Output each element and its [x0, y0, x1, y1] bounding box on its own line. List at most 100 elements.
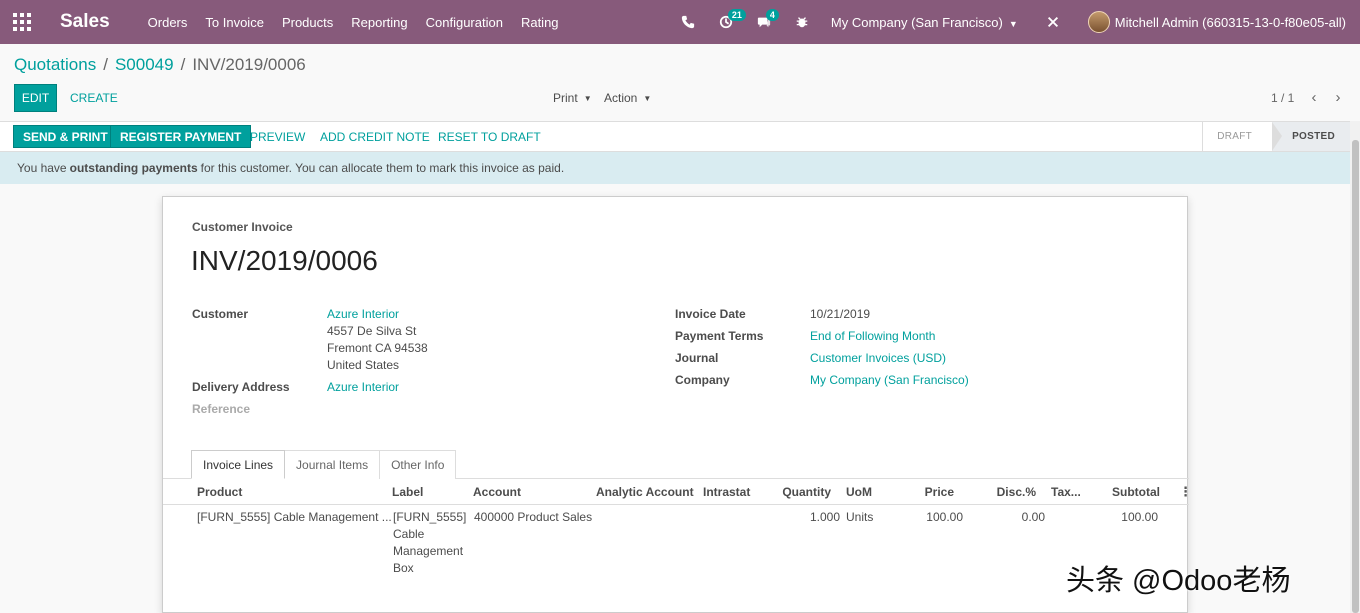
column-taxes[interactable]: Tax...	[1051, 485, 1081, 499]
address-line-1: 4557 De Silva St	[327, 324, 417, 338]
preview-button[interactable]: PREVIEW	[246, 125, 309, 148]
invoice-number: INV/2019/0006	[191, 245, 378, 276]
cell-subtotal: 100.00	[1121, 510, 1158, 524]
payment-terms-link[interactable]: End of Following Month	[810, 329, 935, 343]
column-intrastat[interactable]: Intrastat	[703, 485, 750, 499]
address-line-2: Fremont CA 94538	[327, 341, 428, 355]
stage-posted[interactable]: POSTED	[1272, 122, 1350, 151]
action-label: Action	[604, 91, 638, 105]
invoice-date-label: Invoice Date	[675, 307, 746, 321]
journal-label: Journal	[675, 351, 719, 365]
tab-invoice-lines[interactable]: Invoice Lines	[191, 450, 286, 479]
outstanding-payments-alert: You have outstanding payments for this c…	[0, 152, 1350, 184]
app-brand[interactable]: Sales	[60, 11, 110, 33]
scrollbar-thumb[interactable]	[1352, 140, 1359, 613]
cell-account: 400000 Product Sales	[474, 510, 593, 524]
breadcrumb-current: INV/2019/0006	[192, 55, 306, 74]
alert-suffix: for this customer. You can allocate them…	[200, 161, 565, 175]
watermark-text: 头条 @Odoo老杨	[1066, 565, 1291, 597]
cell-quantity: 1.000	[809, 510, 840, 524]
reference-label: Reference	[192, 402, 251, 416]
column-account[interactable]: Account	[473, 485, 521, 499]
breadcrumb-sale-order[interactable]: S00049	[115, 55, 174, 75]
column-analytic-account[interactable]: Analytic Account	[596, 485, 694, 499]
cell-price: 100.00	[926, 510, 963, 524]
bug-icon[interactable]	[795, 15, 809, 29]
print-dropdown[interactable]: Print ▼	[553, 91, 592, 105]
action-dropdown[interactable]: Action ▼	[604, 91, 651, 105]
activity-count-badge: 21	[727, 9, 746, 21]
tab-journal-items[interactable]: Journal Items	[284, 450, 381, 479]
table-row[interactable]: [FURN_5555] Cable Management ... [FURN_5…	[163, 505, 1189, 585]
caret-down-icon: ▼	[583, 94, 592, 104]
alert-bold: outstanding payments	[69, 161, 198, 175]
caret-down-icon: ▼	[643, 94, 652, 104]
register-payment-button[interactable]: REGISTER PAYMENT	[110, 125, 252, 148]
menu-to-invoice[interactable]: To Invoice	[205, 15, 264, 30]
breadcrumb-separator: /	[103, 55, 108, 74]
customer-label: Customer	[192, 307, 249, 321]
main-menu: Orders To Invoice Products Reporting Con…	[148, 15, 577, 30]
menu-configuration[interactable]: Configuration	[426, 15, 503, 30]
cell-product: [FURN_5555] Cable Management ...	[197, 510, 392, 524]
cell-label: [FURN_5555] Cable Management Box	[393, 510, 467, 575]
pager-value[interactable]: 1 / 1	[1271, 91, 1294, 105]
column-options-icon[interactable]: ⋮	[1179, 484, 1192, 500]
breadcrumb-separator: /	[180, 55, 186, 74]
edit-button[interactable]: EDIT	[14, 84, 57, 112]
customer-link[interactable]: Azure Interior	[327, 307, 399, 321]
company-link[interactable]: My Company (San Francisco)	[810, 373, 969, 387]
chevron-right-icon[interactable]: ›	[1331, 88, 1345, 106]
delivery-address-label: Delivery Address	[192, 380, 290, 394]
company-name: My Company (San Francisco)	[830, 14, 1003, 30]
apps-grid-icon[interactable]	[0, 0, 44, 44]
add-credit-note-button[interactable]: ADD CREDIT NOTE	[316, 125, 434, 148]
breadcrumb: Quotations / S00049 / INV/2019/0006	[14, 55, 306, 75]
column-uom[interactable]: UoM	[846, 485, 872, 499]
menu-reporting[interactable]: Reporting	[351, 15, 407, 30]
navbar-systray: 21 4 My Company (San Francisco) ▼ Mitchel…	[669, 0, 1360, 44]
menu-rating[interactable]: Rating	[521, 15, 559, 30]
cell-uom: Units	[846, 510, 874, 524]
chat-icon[interactable]: 4	[757, 9, 779, 29]
journal-link[interactable]: Customer Invoices (USD)	[810, 351, 946, 365]
company-switcher[interactable]: My Company (San Francisco) ▼	[831, 15, 1018, 30]
create-button[interactable]: CREATE	[70, 91, 118, 105]
alert-prefix: You have	[17, 161, 67, 175]
form-statusbar: SEND & PRINT REGISTER PAYMENT PREVIEW AD…	[0, 121, 1350, 152]
reset-to-draft-button[interactable]: RESET TO DRAFT	[434, 125, 545, 148]
stage-draft[interactable]: DRAFT	[1202, 122, 1282, 151]
invoice-sheet: Customer Invoice INV/2019/0006 Customer …	[162, 196, 1192, 613]
cell-discount: 0.00	[1021, 510, 1045, 524]
chevron-left-icon[interactable]: ‹	[1307, 88, 1321, 106]
avatar[interactable]	[1087, 11, 1110, 33]
delivery-address-link[interactable]: Azure Interior	[327, 380, 399, 394]
column-quantity[interactable]: Quantity	[771, 485, 831, 499]
invoice-date-value: 10/21/2019	[810, 307, 871, 321]
company-label: Company	[675, 373, 730, 387]
send-print-button[interactable]: SEND & PRINT	[13, 125, 118, 148]
print-label: Print	[553, 91, 578, 105]
phone-icon[interactable]	[681, 15, 695, 29]
address-line-3: United States	[327, 358, 400, 372]
activity-clock-icon[interactable]: 21	[719, 9, 746, 29]
close-icon[interactable]	[1046, 15, 1060, 29]
stage-pipeline: DRAFT POSTED	[1202, 122, 1350, 151]
top-navbar: Sales Orders To Invoice Products Reporti…	[0, 0, 1360, 44]
menu-products[interactable]: Products	[282, 15, 333, 30]
caret-down-icon: ▼	[1008, 18, 1018, 29]
menu-orders[interactable]: Orders	[148, 15, 188, 30]
document-type: Customer Invoice	[192, 220, 293, 234]
tab-other-info[interactable]: Other Info	[379, 450, 457, 479]
notebook-tabs: Invoice Lines Journal Items Other Info	[191, 450, 457, 479]
column-product[interactable]: Product	[197, 485, 242, 499]
invoice-lines-header: Product Label Account Analytic Account I…	[163, 479, 1192, 505]
column-price[interactable]: Price	[903, 485, 954, 499]
column-subtotal[interactable]: Subtotal	[1098, 485, 1160, 499]
column-label[interactable]: Label	[392, 485, 423, 499]
breadcrumb-quotations[interactable]: Quotations	[14, 55, 96, 75]
payment-terms-label: Payment Terms	[675, 329, 764, 343]
message-count-badge: 4	[765, 9, 779, 21]
user-menu[interactable]: Mitchell Admin (660315-13-0-f80e05-all)	[1115, 15, 1346, 30]
column-discount[interactable]: Disc.%	[983, 485, 1036, 499]
